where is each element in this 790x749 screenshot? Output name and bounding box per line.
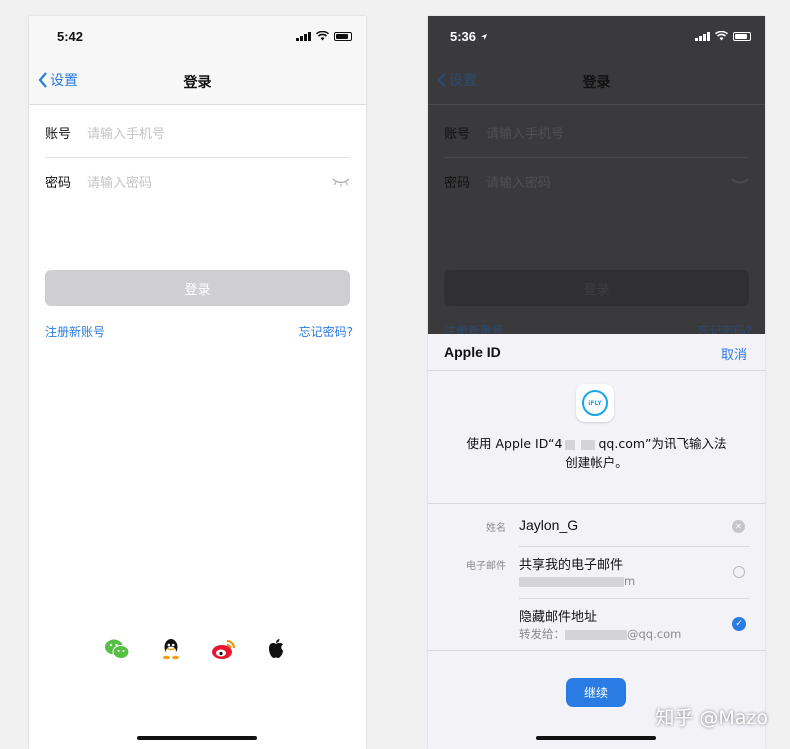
page-title: 登录 — [183, 75, 212, 91]
status-time: 5:36 — [450, 29, 488, 44]
account-input[interactable]: 请输入手机号 — [486, 123, 749, 142]
page-title: 登录 — [582, 75, 611, 91]
desc-prefix: 使用 Apple ID“4 — [466, 436, 563, 451]
account-label: 账号 — [45, 127, 72, 142]
masked-text — [519, 576, 624, 587]
hide-email-row[interactable]: 隐藏邮件地址 转发给： @qq.com ✓ — [444, 606, 749, 646]
login-button-label: 登录 — [583, 282, 610, 298]
location-arrow-icon — [480, 34, 487, 40]
signal-icon — [296, 32, 311, 41]
forward-label: 转发给： — [519, 627, 565, 641]
signal-icon — [695, 32, 710, 41]
masked-text — [565, 629, 627, 640]
right-phone-screen: 5:36 设置 登录 账号 请输入手机号 密码 请输入密码 登录 注册新账号 忘… — [428, 16, 765, 749]
apple-icon[interactable] — [267, 638, 285, 664]
password-input[interactable]: 请输入密码 — [486, 172, 731, 191]
sheet-description: 使用 Apple ID“4 qq.com”为讯飞输入法 创建帐户。 — [438, 434, 755, 472]
eye-closed-icon[interactable] — [332, 177, 350, 187]
status-icons — [695, 31, 751, 41]
account-label: 账号 — [444, 127, 471, 142]
hide-email-option: 隐藏邮件地址 — [519, 610, 598, 625]
account-input[interactable]: 请输入手机号 — [87, 123, 350, 142]
nav-bar: 设置 登录 — [29, 60, 366, 105]
divider — [519, 598, 749, 599]
signup-form: 姓名 Jaylon_G ✕ 电子邮件 共享我的电子邮件 m 隐藏邮件地址 转发给… — [428, 503, 765, 651]
login-button[interactable]: 登录 — [444, 270, 749, 306]
password-label: 密码 — [444, 176, 471, 191]
divider — [519, 546, 749, 547]
wifi-icon — [715, 31, 728, 41]
password-label: 密码 — [45, 176, 72, 191]
continue-label: 继续 — [583, 686, 608, 700]
masked-text — [581, 439, 596, 450]
nav-bar: 设置 登录 — [428, 60, 765, 105]
status-icons — [296, 31, 352, 41]
share-email-option: 共享我的电子邮件 — [519, 558, 624, 573]
qq-icon[interactable] — [162, 638, 180, 664]
continue-button[interactable]: 继续 — [566, 678, 626, 707]
cancel-button[interactable]: 取消 — [721, 344, 747, 363]
status-bar: 5:36 — [428, 16, 765, 60]
wechat-icon[interactable] — [104, 638, 130, 664]
checkmark-icon[interactable]: ✓ — [732, 617, 746, 631]
status-time: 5:42 — [57, 29, 84, 44]
home-indicator — [137, 736, 257, 740]
name-row[interactable]: 姓名 Jaylon_G ✕ — [444, 516, 749, 540]
password-field[interactable]: 密码 请输入密码 — [444, 157, 749, 206]
battery-icon — [733, 32, 751, 41]
dimmed-background: 5:36 设置 登录 账号 请输入手机号 密码 请输入密码 登录 注册新账号 忘… — [428, 16, 765, 338]
eye-closed-icon[interactable] — [731, 177, 749, 187]
login-button-label: 登录 — [184, 282, 211, 298]
social-login-icons — [29, 638, 366, 662]
left-phone-screen: 5:42 设置 登录 账号 请输入手机号 密码 请输入密码 登录 注册新账号 忘… — [29, 16, 366, 749]
home-indicator — [536, 736, 656, 740]
name-label: 姓名 — [486, 523, 506, 534]
forward-address: 转发给： @qq.com — [519, 626, 681, 642]
ifly-logo-text: iFLY — [588, 399, 602, 407]
battery-icon — [334, 32, 352, 41]
wifi-icon — [316, 31, 329, 41]
share-email-row[interactable]: 电子邮件 共享我的电子邮件 m — [444, 554, 749, 594]
desc-line2: 创建帐户。 — [565, 455, 628, 470]
weibo-icon[interactable] — [211, 638, 237, 664]
account-field[interactable]: 账号 请输入手机号 — [45, 108, 350, 157]
sheet-header: Apple ID 取消 — [428, 334, 765, 371]
clear-icon[interactable]: ✕ — [732, 520, 745, 533]
forgot-password-link[interactable]: 忘记密码? — [299, 323, 353, 340]
status-time-text: 5:36 — [450, 29, 477, 44]
status-bar: 5:42 — [29, 16, 366, 60]
ifly-app-icon: iFLY — [576, 384, 614, 422]
divider — [428, 650, 765, 651]
password-input[interactable]: 请输入密码 — [87, 172, 332, 191]
masked-text — [565, 439, 576, 450]
email-label: 电子邮件 — [466, 561, 506, 572]
password-field[interactable]: 密码 请输入密码 — [45, 157, 350, 206]
login-button[interactable]: 登录 — [45, 270, 350, 306]
masked-email-tail: m — [624, 574, 636, 588]
name-input[interactable]: Jaylon_G — [519, 517, 578, 533]
apple-id-sheet: Apple ID 取消 iFLY 使用 Apple ID“4 qq.com”为讯飞… — [428, 334, 765, 749]
register-link[interactable]: 注册新账号 — [45, 323, 105, 340]
masked-email: m — [519, 574, 635, 588]
zhihu-watermark: 知乎 @Mazo — [655, 707, 768, 729]
desc-email-tail: qq.com”为讯飞输入法 — [598, 436, 727, 451]
sheet-title: Apple ID — [444, 344, 501, 360]
radio-unchecked-icon[interactable] — [733, 566, 745, 578]
forward-tail: @qq.com — [627, 627, 682, 641]
account-field[interactable]: 账号 请输入手机号 — [444, 108, 749, 157]
